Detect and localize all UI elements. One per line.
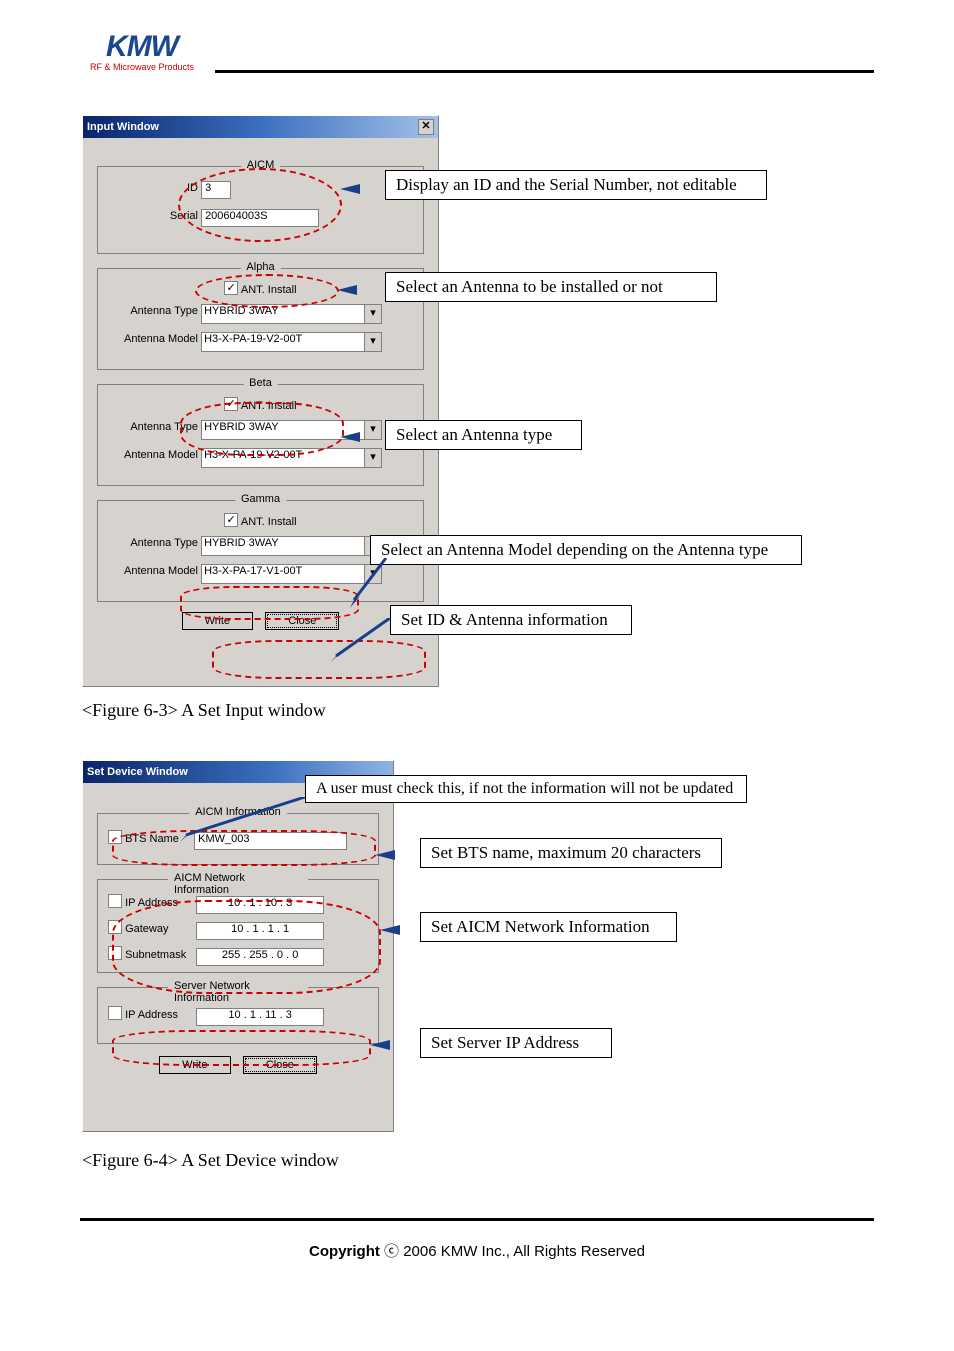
server-ip-field[interactable]: 10 . 1 . 11 . 3 (196, 1008, 324, 1026)
ant-install-checkbox[interactable]: ✓ (224, 281, 238, 295)
chevron-down-icon[interactable]: ▾ (364, 449, 381, 467)
arrow-icon (375, 850, 395, 860)
ant-install-checkbox[interactable]: ✓ (224, 513, 238, 527)
bts-name-field[interactable]: KMW_003 (194, 832, 347, 850)
group-aicm: AICM ID 3 Serial 200604003S (97, 166, 424, 254)
input-window: Input Window ✕ AICM ID 3 Serial 20060400… (82, 115, 439, 687)
antenna-model-select[interactable]: H3-X-PA-19-V2-00T ▾ (201, 448, 382, 468)
antenna-model-label: Antenna Model (108, 333, 198, 345)
figure-caption: <Figure 6-3> A Set Input window (82, 700, 326, 721)
chevron-down-icon[interactable]: ▾ (364, 421, 381, 439)
write-button[interactable]: Write (159, 1056, 230, 1074)
antenna-type-label: Antenna Type (108, 421, 198, 433)
arrow-icon (340, 432, 360, 442)
window-title: Set Device Window (87, 766, 188, 778)
titlebar[interactable]: Input Window ✕ (83, 116, 438, 138)
antenna-model-select[interactable]: H3-X-PA-17-V1-00T ▾ (201, 564, 382, 584)
ant-install-label: ANT. Install (241, 516, 297, 528)
logo-main: KMW (90, 30, 194, 64)
figure-caption: <Figure 6-4> A Set Device window (82, 1150, 339, 1171)
ant-install-checkbox[interactable]: ✓ (224, 397, 238, 411)
window-title: Input Window (87, 121, 159, 133)
server-ip-label: IP Address (125, 1009, 193, 1021)
logo: KMW RF & Microwave Products (90, 30, 194, 72)
ip-checkbox[interactable] (108, 894, 122, 908)
arrow-icon (340, 184, 360, 194)
group-title: Gamma (235, 493, 286, 505)
group-alpha: Alpha ✓ ANT. Install Antenna Type HYBRID… (97, 268, 424, 370)
antenna-model-label: Antenna Model (108, 565, 198, 577)
close-icon[interactable]: ✕ (418, 119, 434, 135)
server-ip-checkbox[interactable] (108, 1006, 122, 1020)
id-label: ID (108, 182, 198, 194)
group-title: Server Network Information (168, 980, 308, 1004)
antenna-model-label: Antenna Model (108, 449, 198, 461)
group-aicm-info: AICM Information BTS Name KMW_003 (97, 813, 379, 865)
callout: Display an ID and the Serial Number, not… (385, 170, 767, 200)
chevron-down-icon[interactable]: ▾ (364, 565, 381, 583)
arrow-icon (380, 925, 400, 935)
chevron-down-icon[interactable]: ▾ (364, 305, 381, 323)
set-device-window: Set Device Window AICM Information BTS N… (82, 760, 394, 1132)
ant-install-label: ANT. Install (241, 400, 297, 412)
close-button[interactable]: Close (243, 1056, 317, 1074)
arrow-icon (337, 285, 357, 295)
serial-field: 200604003S (201, 209, 319, 227)
subnet-label: Subnetmask (125, 949, 193, 961)
serial-label: Serial (108, 210, 198, 222)
bts-name-label: BTS Name (125, 833, 191, 845)
ant-install-label: ANT. Install (241, 284, 297, 296)
callout: Set BTS name, maximum 20 characters (420, 838, 722, 868)
write-button[interactable]: Write (182, 612, 253, 630)
copyright-rest: ⓒ 2006 KMW Inc., All Rights Reserved (380, 1243, 645, 1260)
close-button[interactable]: Close (265, 612, 339, 630)
group-title: AICM Network Information (168, 872, 308, 896)
gateway-checkbox[interactable] (108, 920, 122, 934)
gateway-label: Gateway (125, 923, 193, 935)
group-server-info: Server Network Information IP Address 10… (97, 987, 379, 1044)
callout: Set ID & Antenna information (390, 605, 632, 635)
group-title: Alpha (240, 261, 280, 273)
chevron-down-icon[interactable]: ▾ (364, 333, 381, 351)
group-beta: Beta ✓ ANT. Install Antenna Type HYBRID … (97, 384, 424, 486)
footer: Copyright ⓒ 2006 KMW Inc., All Rights Re… (0, 1240, 954, 1261)
logo-sub: RF & Microwave Products (90, 62, 194, 72)
group-title: Beta (243, 377, 278, 389)
subnet-field[interactable]: 255 . 255 . 0 . 0 (196, 948, 324, 966)
group-title: AICM Information (189, 806, 287, 818)
callout: Select an Antenna type (385, 420, 582, 450)
antenna-model-select[interactable]: H3-X-PA-19-V2-00T ▾ (201, 332, 382, 352)
antenna-type-select[interactable]: HYBRID 3WAY ▾ (201, 304, 382, 324)
antenna-type-label: Antenna Type (108, 537, 198, 549)
ip-label: IP Address (125, 897, 193, 909)
antenna-type-label: Antenna Type (108, 305, 198, 317)
callout: Set AICM Network Information (420, 912, 677, 942)
subnet-checkbox[interactable] (108, 946, 122, 960)
copyright-bold: Copyright (309, 1243, 380, 1260)
id-field: 3 (201, 181, 231, 199)
footer-rule (80, 1218, 874, 1221)
gateway-field[interactable]: 10 . 1 . 1 . 1 (196, 922, 324, 940)
callout: A user must check this, if not the infor… (305, 775, 747, 803)
callout: Select an Antenna Model depending on the… (370, 535, 802, 565)
group-network-info: AICM Network Information IP Address 10 .… (97, 879, 379, 973)
ip-field[interactable]: 10 . 1 . 10 . 3 (196, 896, 324, 914)
header-rule (215, 70, 874, 73)
group-title: AICM (241, 159, 281, 171)
antenna-type-select[interactable]: HYBRID 3WAY ▾ (201, 536, 382, 556)
callout: Set Server IP Address (420, 1028, 612, 1058)
bts-name-checkbox[interactable] (108, 830, 122, 844)
callout: Select an Antenna to be installed or not (385, 272, 717, 302)
arrow-icon (370, 1040, 390, 1050)
